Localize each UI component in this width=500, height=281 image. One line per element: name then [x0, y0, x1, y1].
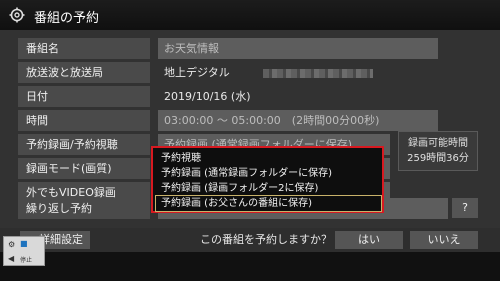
title-bar: 番組の予約: [0, 0, 500, 31]
station-value: 地上デジタル: [158, 62, 438, 83]
dropdown-option[interactable]: 予約録画 (録画フォルダー2に保存): [161, 181, 318, 196]
dropdown-option[interactable]: 予約録画 (通常録画フォルダーに保存): [161, 166, 332, 181]
date-label: 日付: [18, 86, 150, 107]
bottom-strip: [0, 252, 500, 281]
available-time-value: 259時間36分: [407, 153, 469, 164]
yes-button[interactable]: はい: [335, 231, 403, 249]
record-mode-label: 録画モード(画質): [18, 158, 150, 179]
media-control-widget[interactable]: ⚙ ■ ◀ 停止: [3, 236, 45, 266]
details-button-label: 詳細設定: [38, 233, 83, 246]
no-button[interactable]: いいえ: [410, 231, 478, 249]
available-recording-time: 録画可能時間 259時間36分: [398, 131, 478, 171]
blurred-channel-name: [263, 68, 374, 78]
settings-icon: ⚙: [8, 240, 16, 249]
window-title: 番組の予約: [34, 11, 100, 26]
tv-icon: ■: [20, 239, 28, 248]
time-field[interactable]: 03:00:00 ～ 05:00:00 (2時間00分00秒): [158, 110, 438, 131]
program-name-field[interactable]: お天気情報: [158, 38, 438, 59]
help-button[interactable]: ?: [452, 198, 478, 218]
confirm-prompt: この番組を予約しますか？: [200, 233, 332, 246]
program-name-label: 番組名: [18, 38, 150, 59]
available-time-label: 録画可能時間: [408, 138, 468, 149]
station-label: 放送波と放送局: [18, 62, 150, 83]
gear-icon: [9, 7, 25, 23]
station-broadcast-type: 地上デジタル: [164, 66, 230, 79]
stop-label: 停止: [20, 257, 33, 264]
time-label: 時間: [18, 110, 150, 131]
dropdown-option-selected[interactable]: 予約録画 (お父さんの番組に保存): [155, 195, 382, 212]
volume-icon: ◀: [8, 254, 15, 263]
repeat-label: 繰り返し予約: [18, 198, 150, 219]
reserve-type-dropdown[interactable]: 予約視聴 予約録画 (通常録画フォルダーに保存) 予約録画 (録画フォルダー2に…: [151, 146, 384, 213]
dropdown-option[interactable]: 予約視聴: [161, 151, 201, 166]
date-value: 2019/10/16 (水): [164, 90, 251, 103]
reserve-type-label: 予約録画/予約視聴: [18, 134, 150, 155]
